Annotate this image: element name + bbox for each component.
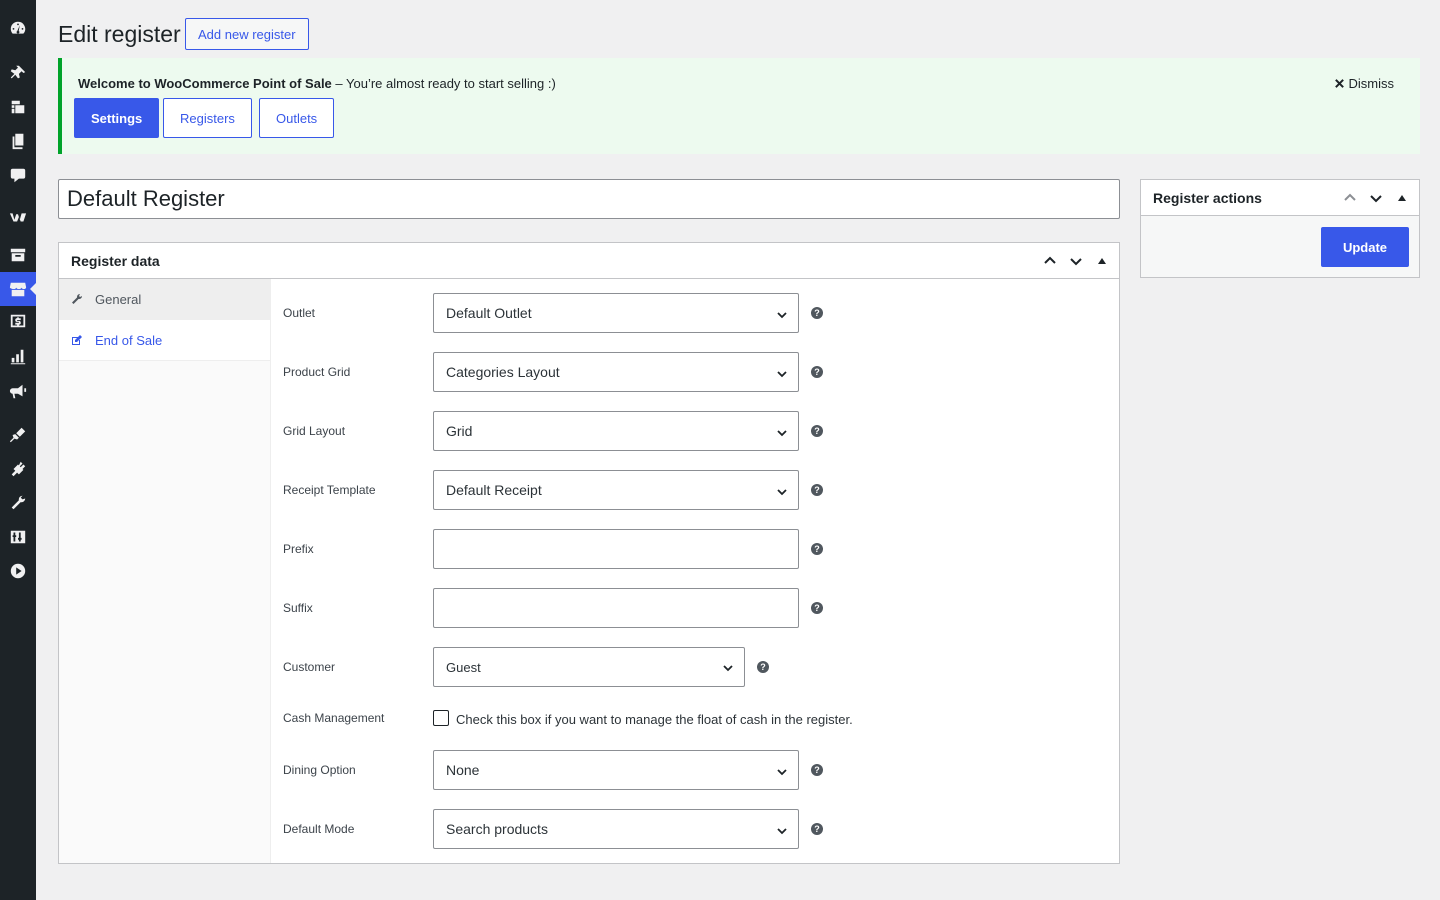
- suffix-input[interactable]: [433, 588, 799, 628]
- plugins-icon[interactable]: [0, 452, 36, 486]
- update-button[interactable]: Update: [1320, 227, 1409, 267]
- chevron-down-icon: [776, 308, 788, 320]
- notice-message: Welcome to WooCommerce Point of Sale – Y…: [78, 76, 556, 91]
- products-icon[interactable]: [0, 238, 36, 272]
- chevron-down-icon: [776, 367, 788, 379]
- help-icon[interactable]: ?: [811, 764, 823, 776]
- admin-sidebar: [0, 0, 36, 900]
- comments-icon[interactable]: [0, 158, 36, 192]
- chevron-down-icon: [776, 765, 788, 777]
- help-icon[interactable]: ?: [811, 823, 823, 835]
- welcome-notice: Welcome to WooCommerce Point of Sale – Y…: [58, 58, 1420, 154]
- media-icon[interactable]: [0, 90, 36, 124]
- cash-management-label: Cash Management: [283, 711, 385, 725]
- prefix-input[interactable]: [433, 529, 799, 569]
- collapse-icon[interactable]: [1391, 187, 1413, 209]
- dining-option-select[interactable]: None: [433, 750, 799, 790]
- customer-value: Guest: [446, 659, 481, 675]
- chevron-down-icon: [776, 485, 788, 497]
- chevron-down-icon: [776, 824, 788, 836]
- default-mode-select[interactable]: Search products: [433, 809, 799, 849]
- tab-general-label: General: [95, 291, 142, 307]
- move-up-icon[interactable]: [1339, 187, 1361, 209]
- pos-icon[interactable]: [0, 272, 36, 306]
- play-icon[interactable]: [0, 554, 36, 588]
- cash-management-description: Check this box if you want to manage the…: [456, 712, 853, 727]
- tab-end-of-sale[interactable]: End of Sale: [59, 320, 270, 361]
- default-mode-label: Default Mode: [283, 822, 355, 836]
- dashboard-icon[interactable]: [0, 11, 36, 45]
- help-icon[interactable]: ?: [811, 307, 823, 319]
- appearance-icon[interactable]: [0, 418, 36, 452]
- move-up-icon[interactable]: [1039, 250, 1061, 272]
- tab-general[interactable]: General: [59, 279, 270, 320]
- add-new-register-button[interactable]: Add new register: [185, 18, 309, 50]
- product-grid-select[interactable]: Categories Layout: [433, 352, 799, 392]
- register-actions-box: Register actions Update: [1140, 179, 1420, 278]
- settings-button[interactable]: Settings: [74, 98, 160, 138]
- close-icon: [1334, 79, 1344, 88]
- help-icon[interactable]: ?: [811, 425, 823, 437]
- customer-select[interactable]: Guest: [433, 647, 745, 687]
- woocommerce-icon[interactable]: [0, 200, 36, 234]
- product-grid-label: Product Grid: [283, 365, 351, 379]
- help-icon[interactable]: ?: [811, 366, 823, 378]
- chevron-down-icon: [722, 662, 734, 674]
- pin-icon[interactable]: [0, 56, 36, 90]
- dismiss-label: Dismiss: [1348, 76, 1395, 91]
- wrench-icon: [72, 293, 83, 304]
- register-data-heading: Register data: [71, 252, 160, 269]
- help-icon[interactable]: ?: [757, 661, 769, 673]
- help-icon[interactable]: ?: [811, 484, 823, 496]
- box-handle-actions: [1039, 243, 1113, 279]
- collapse-icon[interactable]: [1091, 250, 1113, 272]
- register-actions-header: Register actions: [1141, 180, 1419, 216]
- suffix-label: Suffix: [283, 601, 313, 615]
- chevron-down-icon: [776, 426, 788, 438]
- tab-end-of-sale-label: End of Sale: [95, 332, 163, 348]
- page-title: Edit register: [58, 21, 181, 47]
- notice-subtext: – You’re almost ready to start selling :…: [331, 76, 556, 91]
- register-actions-heading: Register actions: [1153, 189, 1262, 206]
- customer-label: Customer: [283, 660, 336, 674]
- box-handle-actions: [1339, 180, 1413, 216]
- outlet-value: Default Outlet: [446, 305, 532, 321]
- register-data-tabs: General End of Sale: [59, 279, 271, 863]
- tools-icon[interactable]: [0, 486, 36, 520]
- settings-icon[interactable]: [0, 520, 36, 554]
- outlet-select[interactable]: Default Outlet: [433, 293, 799, 333]
- outlets-button[interactable]: Outlets: [259, 98, 335, 138]
- move-down-icon[interactable]: [1065, 250, 1087, 272]
- outlet-label: Outlet: [283, 306, 316, 320]
- receipt-template-value: Default Receipt: [446, 482, 542, 498]
- help-icon[interactable]: ?: [811, 543, 823, 555]
- dismiss-button[interactable]: Dismiss: [1334, 76, 1395, 91]
- grid-layout-value: Grid: [446, 423, 473, 439]
- move-down-icon[interactable]: [1365, 187, 1387, 209]
- default-mode-value: Search products: [446, 821, 548, 837]
- cash-management-checkbox[interactable]: [433, 710, 449, 726]
- dining-option-label: Dining Option: [283, 763, 356, 777]
- grid-layout-label: Grid Layout: [283, 424, 346, 438]
- marketing-icon[interactable]: [0, 374, 36, 408]
- grid-layout-select[interactable]: Grid: [433, 411, 799, 451]
- registers-button[interactable]: Registers: [163, 98, 252, 138]
- notice-title: Welcome to WooCommerce Point of Sale: [78, 76, 332, 91]
- prefix-label: Prefix: [283, 542, 314, 556]
- register-title-input[interactable]: [58, 179, 1120, 219]
- register-data-box: Register data General End of Sale Outlet…: [58, 242, 1120, 864]
- register-actions-body: Update: [1141, 216, 1419, 277]
- product-grid-value: Categories Layout: [446, 364, 560, 380]
- help-icon[interactable]: ?: [811, 602, 823, 614]
- pages-icon[interactable]: [0, 124, 36, 158]
- register-data-header: Register data: [59, 243, 1119, 279]
- analytics-icon[interactable]: [0, 340, 36, 374]
- receipt-template-label: Receipt Template: [283, 483, 376, 497]
- dining-option-value: None: [446, 762, 480, 778]
- receipt-template-select[interactable]: Default Receipt: [433, 470, 799, 510]
- payments-icon[interactable]: [0, 304, 36, 338]
- edit-icon: [72, 335, 82, 345]
